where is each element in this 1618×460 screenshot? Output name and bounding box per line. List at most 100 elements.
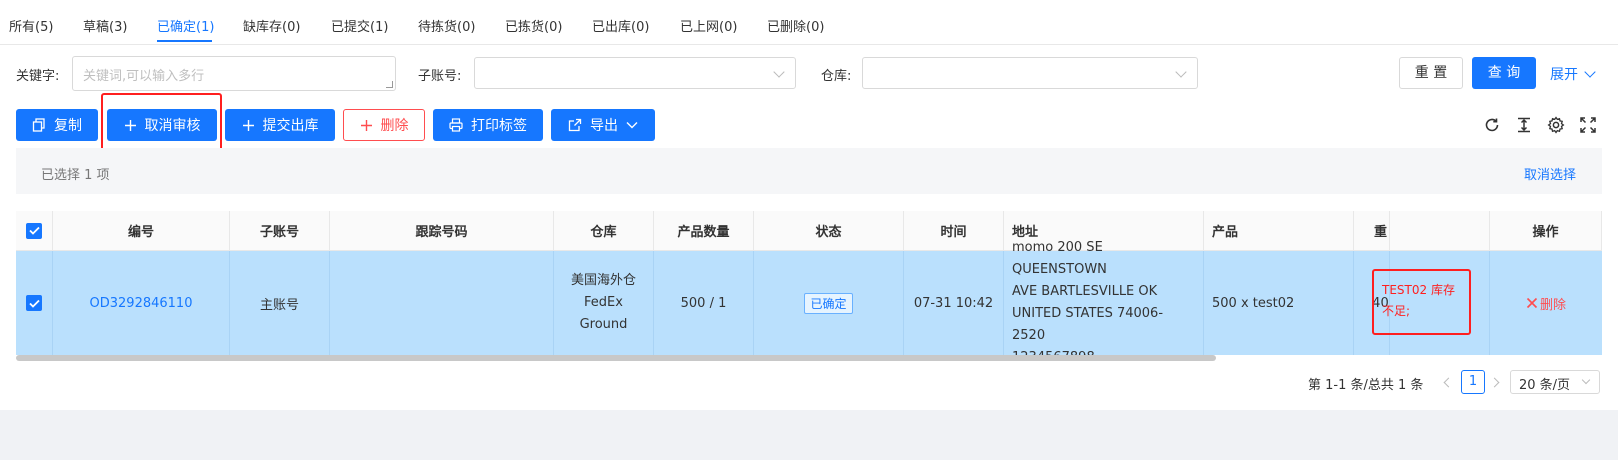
next-page-icon[interactable] — [1489, 377, 1500, 388]
keyword-label: 关键字: — [16, 69, 60, 84]
column-header-remark — [1390, 211, 1490, 251]
quantity-cell: 500 / 1 — [654, 251, 754, 355]
page-size-value: 20 条/页 — [1519, 378, 1571, 393]
settings-icon[interactable] — [1547, 116, 1565, 134]
keyword-placeholder: 关键词,可以输入多行 — [83, 69, 205, 84]
print-label: 打印标签 — [471, 118, 527, 134]
column-header-tracking[interactable]: 跟踪号码 — [330, 211, 554, 251]
expand-toggle[interactable]: 展开 — [1550, 64, 1596, 84]
time-cell: 07-31 10:42 — [904, 251, 1004, 355]
warehouse-cell: 美国海外仓 FedEx Ground — [554, 251, 654, 355]
chevron-down-icon — [773, 66, 785, 78]
checkmark-icon — [28, 299, 40, 308]
clear-selection-link[interactable]: 取消选择 — [1524, 164, 1576, 183]
column-header-warehouse[interactable]: 仓库 — [554, 211, 654, 251]
warehouse-label: 仓库: — [821, 69, 852, 84]
print-label-button[interactable]: 打印标签 — [433, 109, 543, 141]
column-header-id[interactable]: 编号 — [53, 211, 230, 251]
column-header-weight[interactable]: 重 — [1354, 211, 1390, 251]
delete-button[interactable]: 删除 — [343, 109, 425, 141]
fullscreen-icon[interactable] — [1579, 116, 1597, 134]
expand-label: 展开 — [1550, 67, 1578, 83]
warehouse-line: Ground — [579, 317, 628, 332]
refresh-icon[interactable] — [1483, 116, 1501, 134]
printer-icon — [449, 118, 463, 132]
column-header-product[interactable]: 产品 — [1204, 211, 1354, 251]
chevron-down-icon — [1584, 66, 1596, 78]
tab-online[interactable]: 已上网(0) — [680, 16, 737, 35]
column-height-icon[interactable] — [1515, 116, 1533, 134]
tab-all[interactable]: 所有(5) — [9, 16, 53, 35]
copy-label: 复制 — [54, 118, 82, 134]
submit-outbound-label: 提交出库 — [262, 118, 319, 134]
select-all-checkbox[interactable] — [26, 222, 42, 239]
column-header-actions: 操作 — [1490, 211, 1602, 251]
status-badge: 已确定 — [804, 292, 853, 314]
tab-out-of-stock[interactable]: 缺库存(0) — [243, 16, 300, 35]
warehouse-line: FedEx — [584, 295, 623, 310]
chevron-down-icon — [626, 122, 638, 129]
export-label: 导出 — [590, 118, 618, 134]
select-all-cell — [16, 211, 53, 251]
status-cell: 已确定 — [754, 251, 904, 355]
row-checkbox[interactable] — [26, 295, 42, 311]
error-line: 不足; — [1382, 304, 1411, 318]
delete-label: 删除 — [380, 118, 409, 134]
order-id-cell: OD3292846110 — [53, 251, 230, 355]
address-line: momo 200 SE QUEENSTOWN — [1012, 240, 1107, 277]
warehouse-select[interactable] — [862, 57, 1198, 89]
column-header-status[interactable]: 状态 — [754, 211, 904, 251]
submit-outbound-button[interactable]: 提交出库 — [225, 109, 335, 141]
column-header-quantity[interactable]: 产品数量 — [654, 211, 754, 251]
main-panel: 所有(5) 草稿(3) 已确定(1) 缺库存(0) 已提交(1) 待拣货(0) … — [0, 0, 1618, 410]
plus-icon — [124, 119, 136, 131]
tab-awaiting-pick[interactable]: 待拣货(0) — [418, 16, 475, 35]
prev-page-icon[interactable] — [1443, 377, 1454, 388]
page-number-button[interactable]: 1 — [1461, 370, 1485, 394]
address-line: AVE BARTLESVILLE OK — [1012, 284, 1158, 299]
tab-picked[interactable]: 已拣货(0) — [505, 16, 562, 35]
status-tabs: 所有(5) 草稿(3) 已确定(1) 缺库存(0) 已提交(1) 待拣货(0) … — [0, 0, 1618, 45]
horizontal-scrollbar[interactable] — [16, 355, 1216, 361]
tab-confirmed[interactable]: 已确定(1) — [157, 16, 214, 35]
copy-icon — [32, 118, 45, 132]
product-cell: 500 x test02 — [1204, 251, 1354, 355]
page-size-select[interactable]: 20 条/页 — [1510, 370, 1600, 394]
chevron-down-icon — [1581, 375, 1591, 385]
column-header-subaccount[interactable]: 子账号 — [230, 211, 330, 251]
error-line: TEST02 库存 — [1382, 283, 1455, 297]
reset-button[interactable]: 重 置 — [1399, 57, 1463, 89]
warehouse-line: 美国海外仓 — [570, 273, 636, 288]
address-line: UNITED STATES 74006-2520 — [1012, 306, 1164, 343]
keyword-textarea[interactable]: 关键词,可以输入多行 — [72, 56, 396, 91]
tab-deleted[interactable]: 已删除(0) — [767, 16, 824, 35]
orders-table: 编号 子账号 跟踪号码 仓库 产品数量 状态 时间 地址 产品 重 操作 OD3… — [16, 211, 1602, 356]
subaccount-cell: 主账号 — [230, 251, 330, 355]
plus-icon — [360, 119, 372, 131]
subaccount-label: 子账号: — [418, 69, 462, 84]
row-delete-link[interactable]: 删除 — [1526, 294, 1566, 313]
column-header-time[interactable]: 时间 — [904, 211, 1004, 251]
resize-handle-icon[interactable] — [386, 81, 393, 88]
close-icon — [1526, 297, 1538, 309]
address-cell: momo 200 SE QUEENSTOWN AVE BARTLESVILLE … — [1004, 240, 1204, 356]
tab-submitted[interactable]: 已提交(1) — [331, 16, 388, 35]
row-delete-label: 删除 — [1539, 297, 1566, 313]
chevron-down-icon — [1175, 66, 1187, 78]
tracking-cell — [330, 251, 554, 355]
pagination-total: 第 1-1 条/总共 1 条 — [1308, 378, 1424, 393]
tab-shipped[interactable]: 已出库(0) — [592, 16, 649, 35]
copy-button[interactable]: 复制 — [16, 109, 98, 141]
subaccount-select[interactable] — [474, 57, 796, 89]
query-button[interactable]: 查 询 — [1472, 57, 1536, 89]
checkmark-icon — [28, 226, 40, 235]
row-select-cell — [16, 251, 53, 355]
selection-count: 已选择 1 项 — [41, 168, 110, 183]
order-id-link[interactable]: OD3292846110 — [90, 296, 193, 311]
tab-draft[interactable]: 草稿(3) — [83, 16, 127, 35]
stock-error-note: TEST02 库存 不足; — [1372, 269, 1471, 335]
plus-icon — [242, 119, 254, 131]
export-button[interactable]: 导出 — [551, 109, 655, 141]
actions-cell: 删除 — [1490, 251, 1602, 355]
cancel-review-button[interactable]: 取消审核 — [107, 109, 217, 141]
